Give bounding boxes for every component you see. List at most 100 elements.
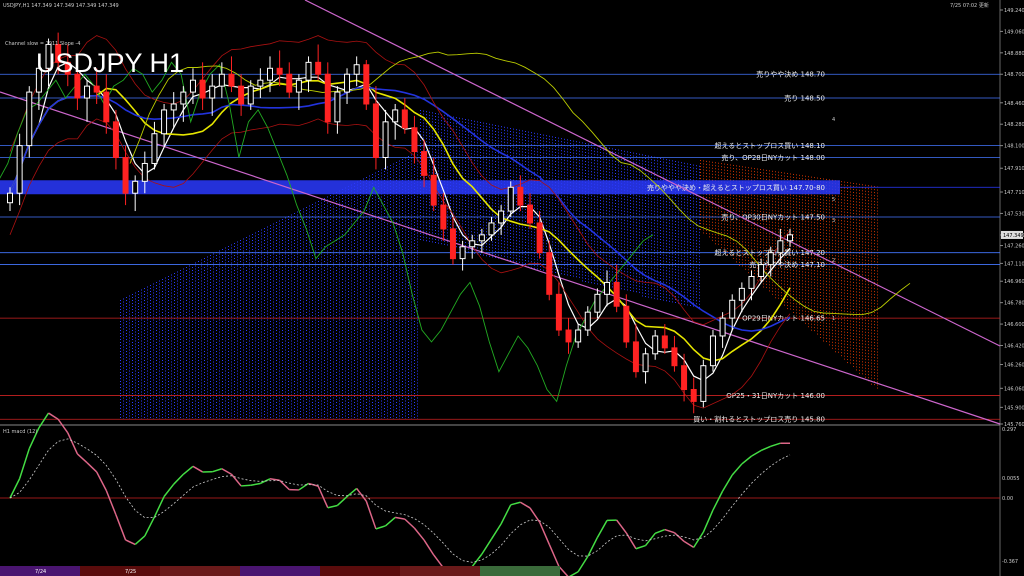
cloud-dot [162, 414, 163, 415]
cloud-dot [321, 367, 322, 369]
cloud-dot [147, 328, 148, 330]
cloud-dot [213, 322, 214, 324]
cloud-dot [357, 373, 358, 375]
cloud-dot [120, 402, 121, 403]
cloud-dot [363, 358, 364, 360]
cloud-dot [255, 331, 256, 333]
cloud-dot [156, 393, 157, 394]
cloud-dot [267, 253, 268, 255]
cloud-dot [366, 231, 367, 232]
cloud-dot [363, 313, 364, 315]
cloud-dot [231, 400, 232, 402]
cloud-dot [342, 372, 343, 373]
cloud-dot [132, 384, 133, 385]
cloud-dot [306, 402, 307, 403]
cloud-dot [333, 274, 334, 276]
cloud-dot [327, 235, 328, 237]
cloud-dot [195, 274, 196, 276]
cloud-dot [261, 292, 262, 294]
cloud-dot [258, 240, 259, 241]
cloud-dot [312, 333, 313, 334]
cloud-dot [363, 226, 364, 228]
cloud-dot [345, 412, 346, 414]
cloud-dot [213, 367, 214, 369]
cloud-dot [189, 334, 190, 336]
cloud-dot [348, 258, 349, 259]
cloud-dot [132, 396, 133, 397]
price-chart[interactable]: 売りやや決め 148.70売り 148.50超えるとストップロス買い 148.1… [0, 0, 1024, 576]
cloud-dot [312, 339, 313, 340]
cloud-dot [333, 334, 334, 336]
cloud-dot [246, 378, 247, 379]
cloud-dot [138, 294, 139, 295]
cloud-dot [219, 409, 220, 411]
cloud-dot [264, 375, 265, 376]
cloud-dot [312, 273, 313, 274]
cloud-dot [342, 393, 343, 394]
cloud-dot [339, 298, 340, 300]
cloud-dot [252, 315, 253, 316]
cloud-dot [237, 310, 238, 312]
cloud-dot [273, 388, 274, 390]
cloud-dot [168, 339, 169, 340]
cloud-dot [222, 336, 223, 337]
cloud-dot [315, 280, 316, 282]
cloud-dot [291, 409, 292, 411]
cloud-dot [168, 372, 169, 373]
cloud-dot [249, 250, 250, 252]
cloud-dot [291, 340, 292, 342]
cloud-dot [219, 325, 220, 327]
cloud-dot [201, 379, 202, 381]
cloud-dot [162, 387, 163, 388]
cloud-dot [246, 294, 247, 295]
cloud-dot [198, 378, 199, 379]
cloud-dot [282, 222, 283, 223]
cloud-dot [348, 237, 349, 238]
cloud-dot [333, 205, 334, 207]
cloud-dot [231, 385, 232, 387]
cloud-dot [303, 400, 304, 402]
cloud-dot [327, 370, 328, 372]
cloud-dot [144, 336, 145, 337]
cloud-dot [306, 315, 307, 316]
cloud-dot [255, 232, 256, 234]
cloud-dot [279, 289, 280, 291]
cloud-dot [357, 286, 358, 288]
cloud-dot [159, 313, 160, 315]
cloud-dot [243, 301, 244, 303]
cloud-dot [213, 292, 214, 294]
cloud-dot [156, 375, 157, 376]
cloud-dot [297, 232, 298, 234]
cloud-dot [210, 279, 211, 280]
cloud-dot [255, 238, 256, 240]
cloud-dot [219, 406, 220, 408]
cloud-dot [306, 213, 307, 214]
cloud-dot [195, 415, 196, 417]
cloud-dot [168, 399, 169, 400]
cloud-dot [303, 388, 304, 390]
cloud-dot [339, 316, 340, 318]
cloud-dot [330, 273, 331, 274]
cloud-dot [270, 228, 271, 229]
cloud-dot [138, 354, 139, 355]
cloud-dot [174, 321, 175, 322]
cloud-dot [345, 361, 346, 363]
cloud-dot [156, 288, 157, 289]
cloud-dot [186, 417, 187, 418]
cloud-dot [279, 268, 280, 270]
cloud-dot [270, 303, 271, 304]
cloud-dot [213, 301, 214, 303]
cloud-dot [261, 235, 262, 237]
cloud-dot [261, 376, 262, 378]
cloud-dot [282, 261, 283, 262]
cloud-dot [267, 232, 268, 234]
cloud-dot [294, 285, 295, 286]
cloud-dot [336, 300, 337, 301]
cloud-dot [366, 249, 367, 250]
cloud-dot [222, 327, 223, 328]
cloud-dot [216, 357, 217, 358]
cloud-dot [318, 363, 319, 364]
cloud-dot [279, 382, 280, 384]
cloud-dot [321, 295, 322, 297]
cloud-dot [168, 282, 169, 283]
